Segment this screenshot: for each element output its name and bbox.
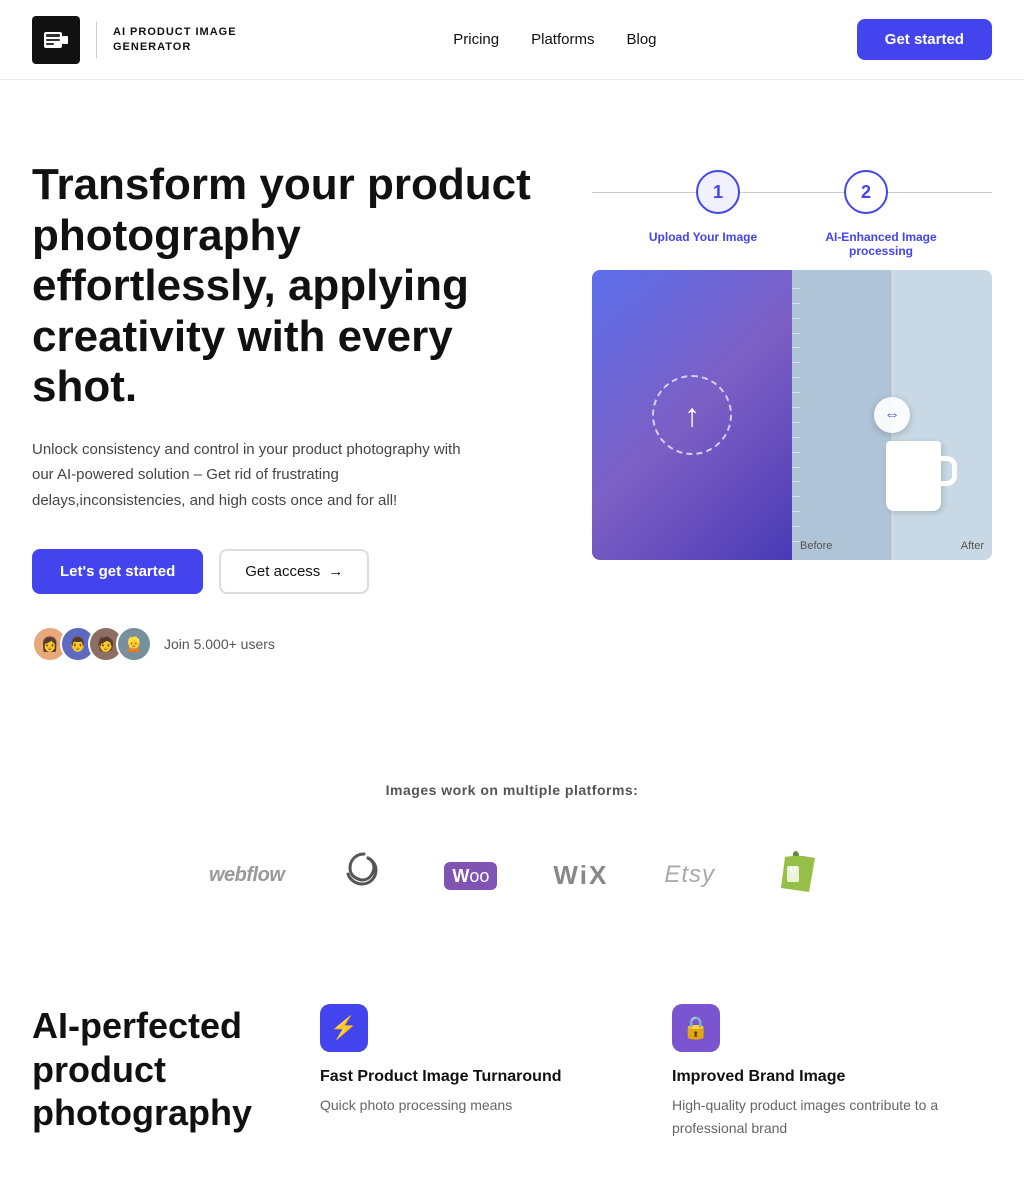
platform-woo[interactable]: Woo	[444, 862, 497, 888]
hero-secondary-label: Get access	[245, 563, 320, 580]
platforms-title: Images work on multiple platforms:	[32, 782, 992, 798]
ruler-mark	[792, 467, 800, 468]
ruler-mark	[792, 288, 800, 289]
upload-icon: ↑	[684, 397, 700, 434]
before-after-handle[interactable]: ⇔	[874, 397, 910, 433]
hero-title: Transform your product photography effor…	[32, 160, 552, 413]
hero-secondary-button[interactable]: Get access →	[219, 549, 369, 594]
step-line-left	[592, 192, 696, 193]
steps-header: 1 2	[592, 170, 992, 214]
ruler-mark	[792, 347, 800, 348]
ruler-mark	[792, 526, 800, 527]
steps-labels: Upload Your Image AI-Enhanced Image proc…	[592, 230, 992, 258]
feature-card-fast: ⚡ Fast Product Image Turnaround Quick ph…	[320, 1004, 640, 1139]
ruler-mark	[792, 407, 800, 408]
platforms-logos: webflow Woo WiX Etsy	[32, 846, 992, 904]
hero-section: Transform your product photography effor…	[0, 80, 1024, 722]
upload-panel[interactable]: ↑	[592, 270, 792, 560]
step-line-right	[888, 192, 992, 193]
platforms-section: Images work on multiple platforms: webfl…	[0, 722, 1024, 964]
hero-left: Transform your product photography effor…	[32, 160, 552, 662]
ruler-mark	[792, 496, 800, 497]
ruler-mark	[792, 511, 800, 512]
nav-links: Pricing Platforms Blog	[453, 31, 656, 48]
feature-card-brand: 🔒 Improved Brand Image High-quality prod…	[672, 1004, 992, 1139]
feature-desc-fast: Quick photo processing means	[320, 1094, 640, 1116]
feature-title-brand: Improved Brand Image	[672, 1068, 992, 1086]
platform-wix[interactable]: WiX	[553, 860, 608, 891]
hero-primary-button[interactable]: Let's get started	[32, 549, 203, 594]
platform-etsy[interactable]: Etsy	[664, 861, 715, 889]
steps-images: ↑ Before After	[592, 270, 992, 560]
social-proof-text: Join 5.000+ users	[164, 636, 275, 652]
ruler-mark	[792, 303, 800, 304]
ruler-mark	[792, 392, 800, 393]
ruler-mark	[792, 541, 800, 542]
nav-link-pricing[interactable]: Pricing	[453, 31, 499, 48]
avatar: 👱	[116, 626, 152, 662]
step-1-circle: 1	[696, 170, 740, 214]
feature-title-fast: Fast Product Image Turnaround	[320, 1068, 640, 1086]
nav-link-blog[interactable]: Blog	[626, 31, 656, 48]
step-line-middle	[740, 192, 844, 193]
mug-shape	[886, 441, 956, 531]
ruler-mark	[792, 377, 800, 378]
navbar: AI PRODUCT IMAGE GENERATOR Pricing Platf…	[0, 0, 1024, 80]
ruler-mark	[792, 422, 800, 423]
mug-handle	[939, 456, 957, 486]
ruler-mark	[792, 437, 800, 438]
platform-shopify[interactable]	[771, 848, 815, 902]
feature-icon-fast: ⚡	[320, 1004, 368, 1052]
upload-circle: ↑	[652, 375, 732, 455]
step-2-circle: 2	[844, 170, 888, 214]
avatar-group: 👩 👨 🧑 👱	[32, 626, 152, 662]
hero-actions: Let's get started Get access →	[32, 549, 552, 594]
ruler-mark	[792, 452, 800, 453]
feature-icon-brand: 🔒	[672, 1004, 720, 1052]
hero-subtitle: Unlock consistency and control in your p…	[32, 437, 472, 514]
hero-social-proof: 👩 👨 🧑 👱 Join 5.000+ users	[32, 626, 552, 662]
feature-desc-brand: High-quality product images contribute t…	[672, 1094, 992, 1139]
before-after-panel: Before After	[792, 270, 992, 560]
platform-webflow[interactable]: webflow	[209, 864, 284, 887]
ruler-marks	[792, 270, 800, 560]
after-label: After	[961, 540, 984, 552]
before-label: Before	[800, 540, 832, 552]
ruler-mark	[792, 481, 800, 482]
step-1-label: Upload Your Image	[614, 230, 792, 258]
arrow-icon: →	[328, 563, 343, 580]
features-section: AI-perfected product photography ⚡ Fast …	[0, 964, 1024, 1179]
hero-right: 1 2 Upload Your Image AI-Enhanced Image …	[592, 160, 992, 560]
logo-icon	[32, 16, 80, 64]
nav-divider	[96, 22, 97, 58]
nav-cta-button[interactable]: Get started	[857, 19, 992, 60]
ruler-mark	[792, 362, 800, 363]
features-cards: ⚡ Fast Product Image Turnaround Quick ph…	[320, 1004, 992, 1139]
nav-brand-text: AI PRODUCT IMAGE GENERATOR	[113, 25, 253, 54]
mug-body	[886, 441, 941, 511]
ruler-mark	[792, 318, 800, 319]
logo-area: AI PRODUCT IMAGE GENERATOR	[32, 16, 253, 64]
platform-squarespace[interactable]	[340, 846, 388, 904]
nav-link-platforms[interactable]: Platforms	[531, 31, 594, 48]
step-2-label: AI-Enhanced Image processing	[792, 230, 970, 258]
ruler-mark	[792, 333, 800, 334]
